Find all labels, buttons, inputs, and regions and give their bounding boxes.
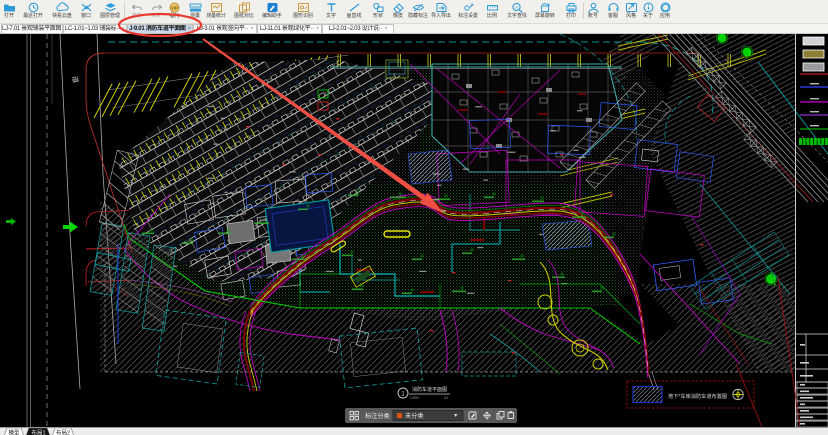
svg-text:VIP: VIP <box>171 5 178 10</box>
svg-text:消防车道平面图: 消防车道平面图 <box>412 386 447 393</box>
svg-text:地下*车库消防车道布置图: 地下*车库消防车道布置图 <box>668 392 727 400</box>
svg-text:1:500: 1:500 <box>410 396 419 400</box>
svg-text:未分类: 未分类 <box>405 412 424 420</box>
svg-text:A1: A1 <box>444 396 448 400</box>
svg-text:A: A <box>514 5 517 10</box>
svg-text:标注分类: 标注分类 <box>365 412 390 420</box>
